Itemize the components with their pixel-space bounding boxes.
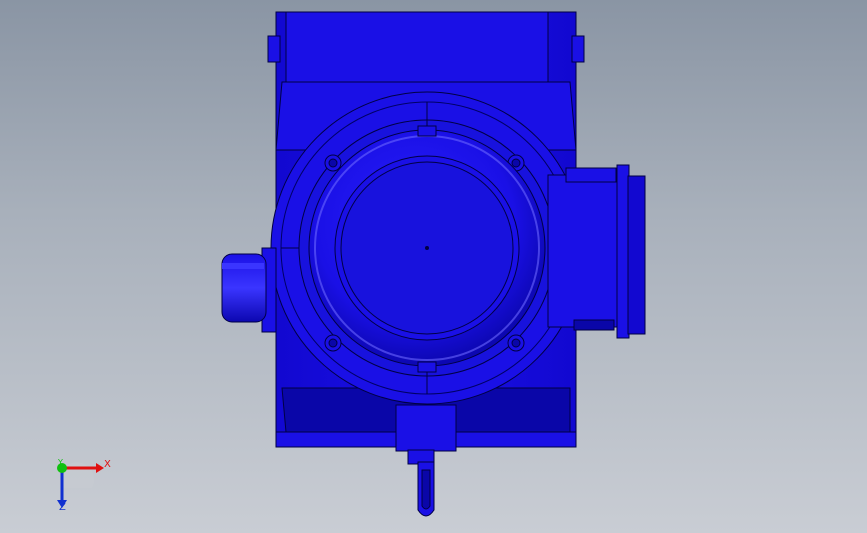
- hub-center-mark: [425, 246, 429, 250]
- input-housing-cap: [565, 167, 617, 183]
- triad-shadow: [62, 462, 95, 488]
- right-lug-top: [571, 35, 585, 63]
- triad-y-label: Y: [58, 458, 63, 467]
- input-flange-plate: [616, 164, 630, 339]
- triad-x-arrow: [96, 463, 104, 473]
- triad-z-label: Z: [59, 502, 66, 513]
- input-housing-right: [547, 164, 646, 339]
- lifting-eye-boss: [395, 404, 457, 452]
- graphics-viewport[interactable]: X Y Z: [0, 0, 867, 533]
- housing-top-plate: [285, 11, 549, 83]
- left-lug-top: [267, 35, 281, 63]
- input-flange-face: [627, 175, 646, 335]
- lifting-eye: [395, 404, 457, 517]
- hub-key-top: [417, 125, 437, 137]
- output-shaft-left: [221, 247, 277, 333]
- input-housing-lip: [573, 319, 615, 331]
- triad-x-label: X: [104, 459, 111, 470]
- input-housing-box: [547, 174, 619, 328]
- hub-key-bottom: [417, 361, 437, 373]
